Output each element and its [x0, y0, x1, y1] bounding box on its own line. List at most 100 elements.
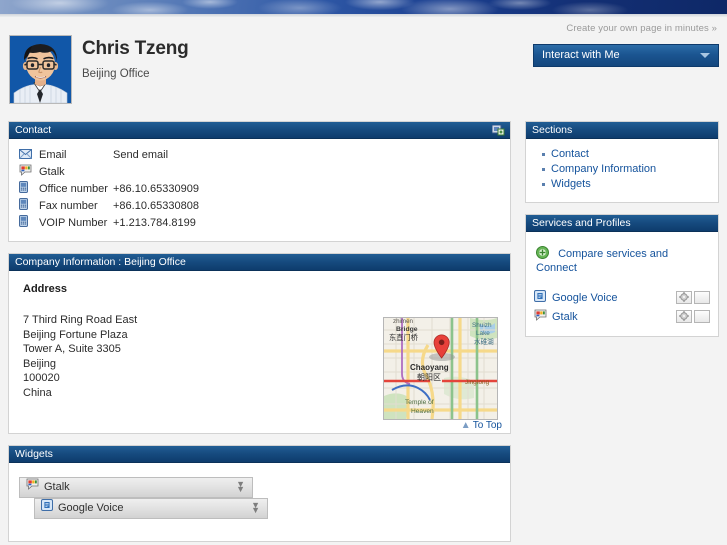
- add-contact-icon[interactable]: [491, 124, 505, 136]
- to-top-link[interactable]: ▲ To Top: [461, 420, 502, 431]
- phone-icon: [19, 198, 28, 213]
- contact-row: Email Send email: [19, 147, 500, 163]
- contact-table: Email Send email Gtalk Office number +86.10.…: [19, 147, 500, 231]
- svg-text:Temple of: Temple of: [405, 399, 434, 406]
- chevron-down-icon: [700, 53, 710, 58]
- google-voice-icon: [41, 499, 53, 518]
- service-row-label[interactable]: Gtalk: [552, 307, 666, 326]
- contact-row-value: Send email: [113, 147, 500, 163]
- service-toggle-button[interactable]: [694, 291, 710, 305]
- contact-row-icon: [19, 180, 39, 197]
- contact-row: Gtalk: [19, 163, 500, 180]
- service-toggle-button[interactable]: [694, 310, 710, 324]
- svg-text:朝阳区: 朝阳区: [417, 373, 441, 382]
- service-row-icon: [534, 307, 552, 326]
- left-column: Contact Email Send email Gtalk Office numbe…: [8, 121, 511, 545]
- svg-text:zhimen: zhimen: [393, 318, 414, 325]
- contact-row-label: Gtalk: [39, 165, 65, 178]
- service-settings-button[interactable]: [676, 310, 692, 324]
- svg-text:Chaoyang: Chaoyang: [410, 363, 449, 372]
- create-your-own-page-link[interactable]: Create your own page in minutes »: [566, 23, 717, 34]
- compare-services-link[interactable]: Compare services and Connect: [536, 246, 710, 274]
- company-panel-body: Address 7 Third Ring Road East Beijing Fo…: [9, 271, 510, 433]
- service-row-label[interactable]: Google Voice: [552, 288, 666, 307]
- content-columns: Contact Email Send email Gtalk Office numbe…: [0, 121, 727, 545]
- google-voice-icon: [534, 290, 546, 305]
- contact-row-label: VOIP Number: [39, 216, 108, 229]
- map-thumbnail[interactable]: zhimen Bridge 东直门桥 Shuizh Lake 水碓湖 Chaoy…: [383, 317, 498, 420]
- svg-text:Jingtong: Jingtong: [465, 379, 490, 386]
- name-block: Chris Tzeng Beijing Office: [82, 38, 189, 80]
- compare-services-label: Compare services and Connect: [536, 248, 669, 275]
- sections-panel: Sections Contact Company Information Widge…: [525, 121, 719, 203]
- service-row: Gtalk: [534, 307, 710, 326]
- svg-text:东直门桥: 东直门桥: [389, 333, 418, 342]
- company-information-panel: Company Information : Beijing Office Add…: [8, 253, 511, 434]
- gear-icon: [679, 292, 689, 305]
- widget-label: Google Voice: [58, 502, 124, 515]
- section-link[interactable]: Company Information: [542, 162, 710, 177]
- svg-text:Bridge: Bridge: [396, 326, 418, 333]
- contact-row-value: +1.213.784.8199: [113, 216, 196, 229]
- contact-row-icon: [19, 147, 39, 163]
- tagline-row: Create your own page in minutes »: [0, 17, 727, 35]
- profile-header: Chris Tzeng Beijing Office Interact with…: [0, 35, 727, 121]
- sections-panel-header: Sections: [526, 122, 718, 139]
- contact-row-value: [113, 163, 500, 180]
- widgets-panel-title: Widgets: [15, 448, 53, 460]
- gtalk-icon: [19, 164, 32, 179]
- avatar-illustration: [10, 36, 71, 103]
- widgets-panel-header: Widgets: [9, 446, 510, 463]
- section-link[interactable]: Widgets: [542, 177, 710, 192]
- sections-list: Contact Company Information Widgets: [534, 145, 710, 194]
- widget-bar[interactable]: Google Voice ▼ ▼: [34, 498, 268, 519]
- widgets-panel: Widgets Gtalk ▼ ▼ Google Voice ▼ ▼: [8, 445, 511, 542]
- services-panel: Services and Profiles Compare services a…: [525, 214, 719, 338]
- svg-text:Heaven: Heaven: [411, 408, 434, 415]
- contact-row-icon: [19, 163, 39, 180]
- widget-bar[interactable]: Gtalk ▼ ▼: [19, 477, 253, 498]
- gtalk-icon: [26, 478, 39, 497]
- chevron-double-down-icon[interactable]: ▼ ▼: [251, 501, 260, 515]
- contact-panel-title: Contact: [15, 124, 52, 136]
- send-email-link[interactable]: Send email: [113, 149, 168, 161]
- address-heading: Address: [23, 283, 68, 295]
- contact-row: Office number +86.10.65330909: [19, 180, 500, 197]
- gtalk-icon: [534, 309, 547, 324]
- svg-text:Lake: Lake: [476, 330, 490, 337]
- services-table: Google Voice Gtalk: [534, 288, 710, 326]
- contact-row-label: Office number: [39, 182, 108, 195]
- widgets-panel-body: Gtalk ▼ ▼ Google Voice ▼ ▼: [9, 463, 510, 541]
- company-panel-header: Company Information : Beijing Office: [9, 254, 510, 271]
- contact-panel: Contact Email Send email Gtalk Office numbe…: [8, 121, 511, 242]
- service-settings-button[interactable]: [676, 291, 692, 305]
- contact-row-label: Email: [39, 149, 67, 161]
- up-arrow-icon: ▲: [460, 420, 471, 431]
- service-row-actions: [666, 288, 710, 307]
- contact-panel-body: Email Send email Gtalk Office number +86.10.…: [9, 139, 510, 241]
- add-circle-green-icon: [536, 246, 549, 262]
- phone-icon: [19, 181, 28, 196]
- email-icon: [19, 148, 32, 162]
- contact-row-label: Fax number: [39, 199, 98, 212]
- services-panel-header: Services and Profiles: [526, 215, 718, 232]
- section-link[interactable]: Contact: [542, 147, 710, 162]
- page-title: Chris Tzeng: [82, 38, 189, 59]
- services-panel-title: Services and Profiles: [532, 217, 631, 229]
- sections-panel-body: Contact Company Information Widgets: [526, 139, 718, 202]
- svg-text:水碓湖: 水碓湖: [474, 337, 494, 346]
- interact-with-me-label: Interact with Me: [542, 49, 620, 61]
- interact-with-me-button[interactable]: Interact with Me: [533, 44, 719, 67]
- service-row-actions: [666, 307, 710, 326]
- services-panel-body: Compare services and Connect Google Voic…: [526, 232, 718, 336]
- phone-icon: [19, 215, 28, 230]
- avatar: [9, 35, 72, 104]
- service-row: Google Voice: [534, 288, 710, 307]
- gear-icon: [679, 311, 689, 324]
- profile-page: Create your own page in minutes » Chris …: [0, 17, 727, 545]
- sky-banner-image: [0, 0, 727, 14]
- office-subtitle: Beijing Office: [82, 68, 150, 80]
- chevron-double-down-icon[interactable]: ▼ ▼: [236, 480, 245, 494]
- contact-panel-header: Contact: [9, 122, 510, 139]
- to-top-label: To Top: [472, 420, 502, 431]
